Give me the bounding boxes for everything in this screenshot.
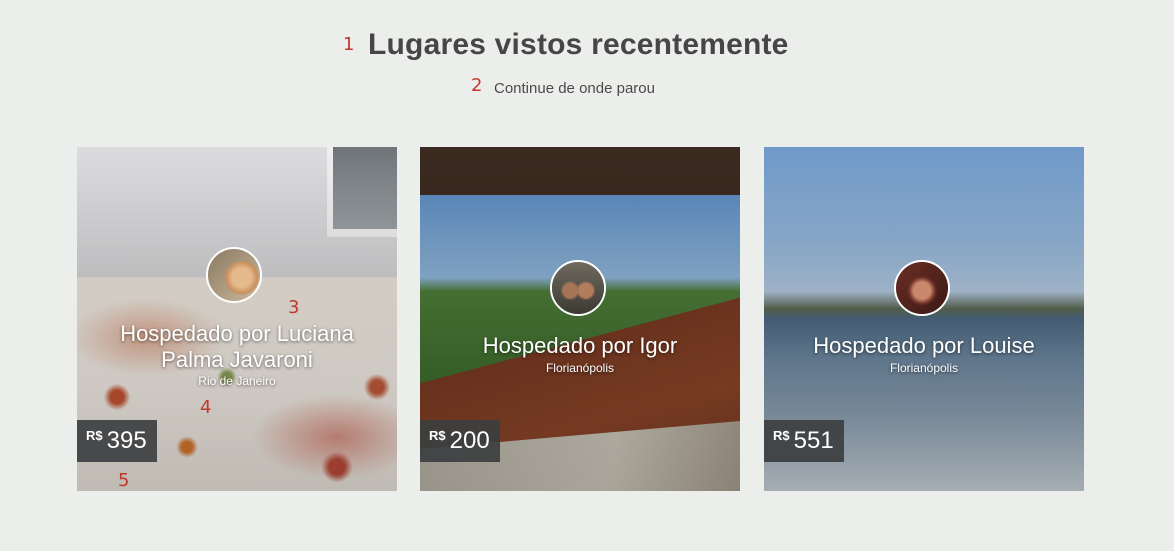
annotation-5: 5 xyxy=(118,470,130,491)
annotation-3: 3 xyxy=(288,297,300,318)
listing-card-1[interactable]: Hospedado por Luciana Palma Javaroni Rio… xyxy=(77,147,397,491)
section-subtitle: Continue de onde parou xyxy=(494,80,655,97)
price-badge: R$ 395 xyxy=(77,420,157,462)
listing-city: Florianópolis xyxy=(545,361,615,375)
host-name-line-2: Palma Javaroni xyxy=(161,347,313,372)
host-name-line-1: Hospedado por Luciana xyxy=(120,321,354,346)
price-badge: R$ 551 xyxy=(764,420,844,462)
price-amount: 395 xyxy=(106,427,147,454)
price-amount: 551 xyxy=(793,427,834,454)
currency-symbol: R$ xyxy=(86,427,103,443)
host-avatar[interactable] xyxy=(206,247,262,303)
price-badge: R$ 200 xyxy=(420,420,500,462)
listing-city: Florianópolis xyxy=(889,361,959,375)
annotation-1: 1 xyxy=(343,34,355,55)
host-name: Hospedado por Igor xyxy=(482,333,678,358)
host-avatar[interactable] xyxy=(550,260,606,316)
listing-city: Rio de Janeiro xyxy=(198,374,276,388)
section-title: Lugares vistos recentemente xyxy=(368,28,789,61)
currency-symbol: R$ xyxy=(773,427,790,443)
listing-card-2[interactable]: Hospedado por Igor Florianópolis R$ 200 xyxy=(420,147,740,491)
host-avatar[interactable] xyxy=(894,260,950,316)
host-name: Hospedado por Luciana Palma Javaroni xyxy=(77,321,397,373)
annotation-2: 2 xyxy=(471,75,483,96)
annotation-4: 4 xyxy=(200,397,212,418)
currency-symbol: R$ xyxy=(429,427,446,443)
host-name: Hospedado por Louise xyxy=(813,333,1035,358)
price-amount: 200 xyxy=(449,427,490,454)
listing-card-3[interactable]: Hospedado por Louise Florianópolis R$ 55… xyxy=(764,147,1084,491)
